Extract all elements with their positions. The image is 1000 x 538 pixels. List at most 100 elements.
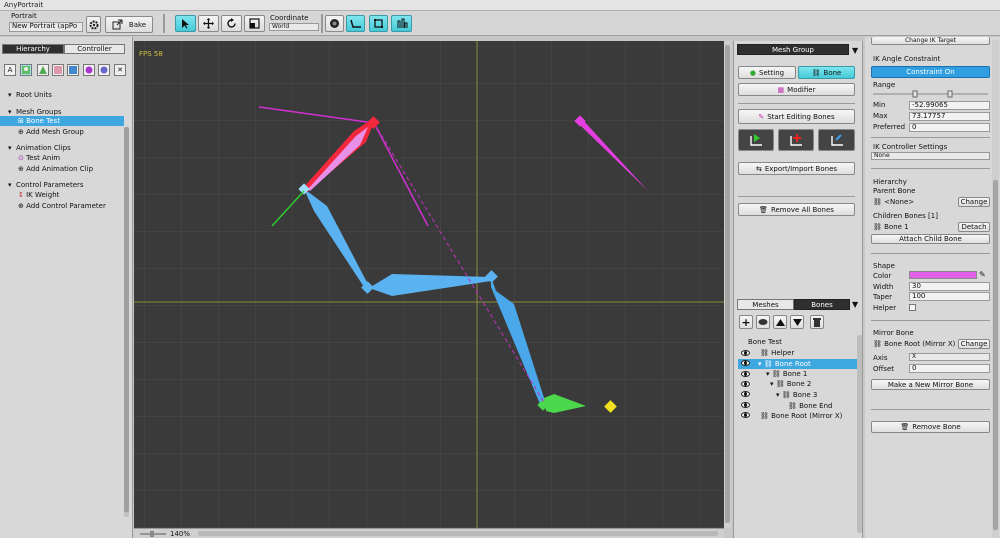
visibility-eye-icon-2[interactable]	[741, 360, 750, 366]
color-swatch[interactable]	[909, 271, 977, 279]
tab-controller[interactable]: Controller	[64, 44, 125, 54]
tab-hierarchy[interactable]: Hierarchy	[2, 44, 64, 54]
parameter-filter-icon[interactable]	[98, 64, 110, 76]
rotate-tool-button[interactable]	[221, 15, 242, 32]
left-scrollbar[interactable]	[124, 127, 129, 517]
helper-checkbox[interactable]	[909, 304, 916, 311]
viewport-hscroll[interactable]	[198, 531, 718, 536]
portrait-select[interactable]: New Portrait (apPo	[9, 22, 83, 32]
visibility-eye-icon-3[interactable]	[741, 371, 750, 377]
select-tool-button[interactable]	[175, 15, 196, 32]
bone-add-tool[interactable]	[778, 129, 814, 151]
change-parent-button[interactable]: Change	[958, 197, 990, 207]
tree-control-parameters[interactable]: ▾ Control Parameters	[8, 180, 132, 190]
tree-bone-test[interactable]: ⊞ Bone Test	[0, 116, 124, 126]
visibility-eye-icon-5[interactable]	[741, 391, 750, 397]
mesh-view-button[interactable]	[369, 15, 388, 32]
remove-all-bones-button[interactable]: 🗑 Remove All Bones	[738, 203, 855, 216]
add-bone-button[interactable]: +	[739, 315, 753, 329]
tree-bone-root[interactable]: ▾ ⛓ Bone Root	[738, 359, 859, 369]
close-filter-icon[interactable]: ✕	[114, 64, 126, 76]
bone-tab-button[interactable]: ⛓ Bone	[798, 66, 855, 79]
taper-field[interactable]: 100	[909, 292, 990, 301]
make-mirror-bone-button[interactable]: Make a New Mirror Bone	[871, 379, 990, 390]
constraint-on-button[interactable]: Constraint On	[871, 66, 990, 78]
bone-filter-icon[interactable]	[67, 64, 79, 76]
ik-controller-select[interactable]: None	[871, 152, 990, 160]
bone-test-label: Bone Test	[26, 117, 60, 125]
tree-bone-3[interactable]: ▾ ⛓ Bone 3	[776, 390, 856, 400]
change-mirror-button[interactable]: Change	[958, 339, 990, 349]
bake-button[interactable]: Bake	[105, 16, 153, 33]
start-editing-bones-button[interactable]: ✎ Start Editing Bones	[738, 109, 855, 124]
tab-meshes[interactable]: Meshes	[737, 299, 794, 310]
inspector-scrollbar[interactable]	[992, 40, 999, 538]
offset-field[interactable]: 0	[909, 364, 990, 373]
tree-bone-end[interactable]: ⛓ Bone End	[788, 401, 858, 411]
tab-mesh-group[interactable]: Mesh Group	[737, 44, 849, 55]
bone-add-icon	[790, 134, 802, 146]
divider-3	[871, 137, 990, 138]
change-ik-target-button[interactable]: Change IK Target	[871, 37, 990, 45]
viewport-vscroll[interactable]	[724, 41, 731, 528]
width-field[interactable]: 30	[909, 282, 990, 291]
delete-bone-button[interactable]	[810, 315, 824, 329]
scene-viewport[interactable]: FPS 58	[134, 41, 724, 528]
visibility-eye-icon-4[interactable]	[741, 381, 750, 387]
scene-canvas[interactable]	[134, 41, 724, 528]
tree-root-units[interactable]: ▾ Root Units	[8, 90, 132, 100]
tab-bones[interactable]: Bones	[794, 299, 850, 310]
tree-bone-2[interactable]: ▾ ⛓ Bone 2	[770, 379, 860, 389]
bone-select-tool[interactable]	[738, 129, 774, 151]
bone-visibility-button[interactable]	[756, 315, 770, 329]
export-import-bones-label: Export/Import Bones	[764, 164, 838, 173]
attach-child-bone-button[interactable]: Attach Child Bone	[871, 234, 990, 244]
visibility-eye-icon-7[interactable]	[741, 412, 750, 418]
image-filter-icon[interactable]	[20, 64, 32, 76]
tree-bone-root-mirror[interactable]: ⛓ Bone Root (Mirror X)	[760, 411, 860, 421]
move-up-button[interactable]	[773, 315, 787, 329]
axis-select[interactable]: X	[909, 353, 990, 361]
tree-helper[interactable]: ⛓ Helper	[760, 348, 850, 358]
scale-tool-button[interactable]	[244, 15, 265, 32]
bones-list-scrollbar[interactable]	[857, 335, 862, 533]
mesh-group-filter-icon[interactable]	[52, 64, 64, 76]
trash-icon: 🗑	[759, 205, 768, 214]
move-tool-button[interactable]	[198, 15, 219, 32]
physics-view-button[interactable]	[391, 15, 412, 32]
min-field[interactable]: -52.99065	[909, 101, 990, 110]
modifier-button[interactable]: ▦ Modifier	[738, 83, 855, 96]
eyedropper-icon[interactable]: ✎	[979, 270, 986, 279]
max-field[interactable]: 73.17757	[909, 112, 990, 121]
remove-bone-button[interactable]: 🗑 Remove Bone	[871, 421, 990, 433]
coordinate-select[interactable]: World	[269, 23, 319, 31]
ik-controller-settings-label: IK Controller Settings	[873, 143, 948, 151]
dropdown-arrow-icon[interactable]: ▼	[852, 46, 858, 55]
animation-filter-icon[interactable]	[83, 64, 95, 76]
animation-clips-label: Animation Clips	[15, 144, 71, 152]
visibility-eye-icon-6[interactable]	[741, 402, 750, 408]
move-down-button[interactable]	[790, 315, 804, 329]
preferred-field[interactable]: 0	[909, 123, 990, 132]
range-slider[interactable]	[871, 90, 990, 98]
settings-button[interactable]	[86, 16, 101, 33]
export-import-bones-button[interactable]: ⇆ Export/Import Bones	[738, 162, 855, 175]
setting-tab-button[interactable]: ● Setting	[738, 66, 796, 79]
range-label: Range	[873, 81, 896, 89]
text-filter-icon[interactable]: A	[4, 64, 16, 76]
bone-node-icon-7: ⛓	[760, 412, 769, 420]
max-label: Max	[873, 112, 888, 120]
detach-button[interactable]: Detach	[958, 222, 990, 232]
dropdown-arrow-icon-2[interactable]: ▼	[852, 300, 858, 309]
tree-bone-1[interactable]: ▾ ⛓ Bone 1	[766, 369, 856, 379]
tree-animation-clips[interactable]: ▾ Animation Clips	[8, 143, 132, 153]
bone-link-tool[interactable]	[818, 129, 855, 151]
coordinate-label: Coordinate	[270, 14, 309, 22]
tree-bone-test-root[interactable]: Bone Test	[748, 337, 848, 347]
onion-skin-button[interactable]	[325, 15, 344, 32]
bone-view-button[interactable]	[346, 15, 365, 32]
visibility-eye-icon[interactable]	[741, 350, 750, 356]
zoom-slider[interactable]	[138, 530, 168, 538]
mesh-filter-icon[interactable]	[37, 64, 49, 76]
layer-icon	[758, 319, 768, 325]
